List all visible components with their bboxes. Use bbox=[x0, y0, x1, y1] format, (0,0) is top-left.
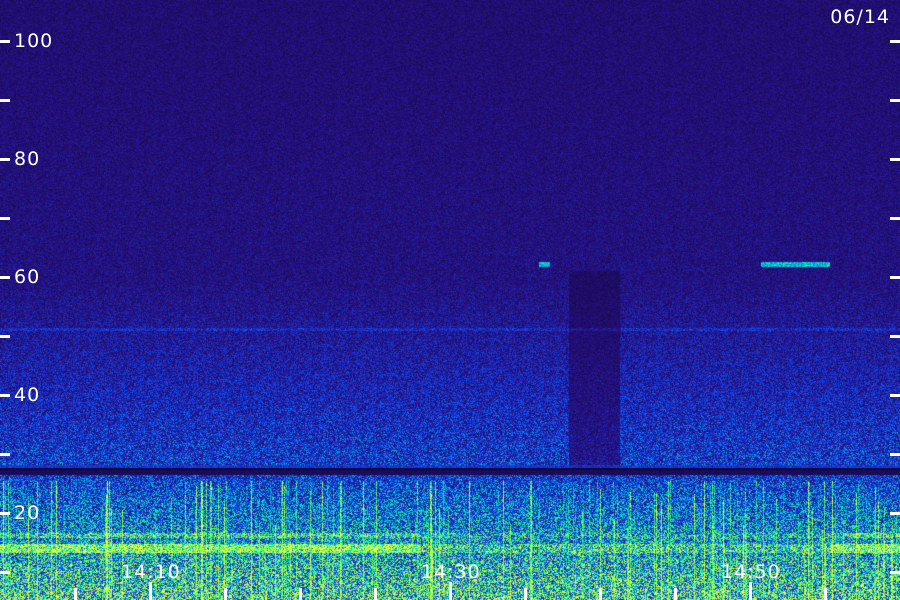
y-tick-label: 100 bbox=[14, 30, 54, 52]
y-tick-right bbox=[890, 276, 900, 279]
y-tick bbox=[0, 394, 10, 397]
y-tick-label: 40 bbox=[14, 384, 41, 406]
x-tick-label: 14:30 bbox=[421, 561, 481, 583]
y-tick-label: 20 bbox=[14, 502, 41, 524]
x-tick bbox=[824, 588, 827, 600]
x-tick-label: 14:50 bbox=[721, 561, 781, 583]
y-tick-right bbox=[890, 158, 900, 161]
x-tick bbox=[74, 588, 77, 600]
y-tick-right bbox=[890, 453, 900, 456]
y-tick-right bbox=[890, 571, 900, 574]
x-tick-label: 14:10 bbox=[121, 561, 181, 583]
y-tick-right bbox=[890, 217, 900, 220]
y-tick bbox=[0, 158, 10, 161]
y-tick bbox=[0, 217, 10, 220]
y-tick-label: 80 bbox=[14, 148, 41, 170]
x-tick bbox=[674, 588, 677, 600]
y-tick-label: 60 bbox=[14, 266, 41, 288]
x-tick bbox=[599, 588, 602, 600]
date-label: 06/14 bbox=[830, 6, 890, 28]
y-tick bbox=[0, 276, 10, 279]
y-tick bbox=[0, 99, 10, 102]
x-tick bbox=[449, 582, 452, 600]
y-tick bbox=[0, 40, 10, 43]
y-tick bbox=[0, 453, 10, 456]
y-tick bbox=[0, 512, 10, 515]
y-tick bbox=[0, 571, 10, 574]
spectrogram: 06/14 100 80 60 40 20 14:10 14:30 14:50 bbox=[0, 0, 900, 600]
x-tick bbox=[374, 588, 377, 600]
spectrogram-canvas bbox=[0, 0, 900, 600]
x-tick bbox=[524, 588, 527, 600]
y-tick-right bbox=[890, 40, 900, 43]
y-tick bbox=[0, 335, 10, 338]
x-tick bbox=[749, 582, 752, 600]
y-tick-right bbox=[890, 335, 900, 338]
x-tick bbox=[149, 582, 152, 600]
y-tick-right bbox=[890, 512, 900, 515]
y-tick-right bbox=[890, 394, 900, 397]
y-tick-right bbox=[890, 99, 900, 102]
x-tick bbox=[224, 588, 227, 600]
x-tick bbox=[299, 588, 302, 600]
